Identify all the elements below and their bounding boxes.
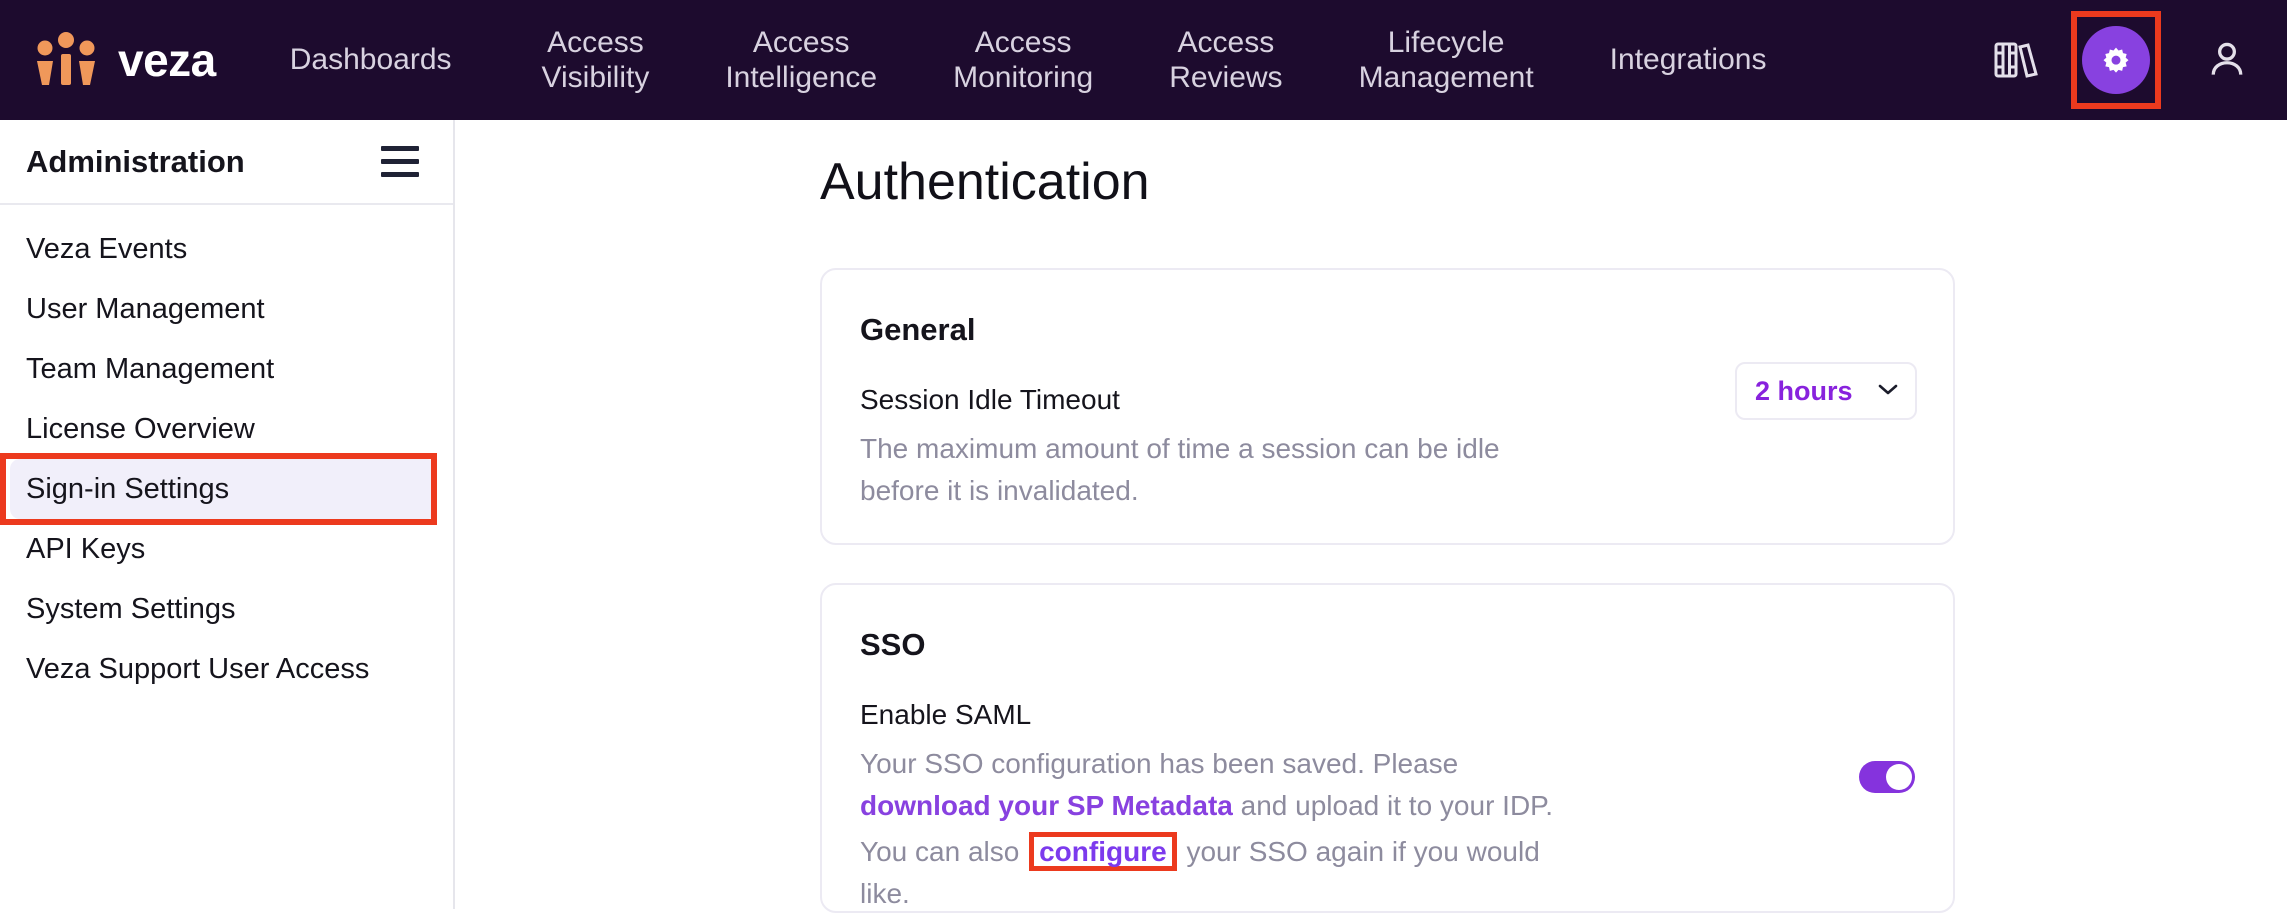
person-icon[interactable] bbox=[2205, 38, 2249, 82]
session-idle-timeout-value: 2 hours bbox=[1755, 375, 1853, 406]
primary-nav: Dashboards Access Visibility Access Inte… bbox=[280, 0, 1777, 120]
sso-desc-part1: Your SSO configuration has been saved. P… bbox=[860, 748, 1459, 779]
sidebar-item-sign-in-settings[interactable]: Sign-in Settings bbox=[10, 459, 437, 519]
sidebar-title: Administration bbox=[26, 143, 245, 179]
sso-card-heading: SSO bbox=[860, 627, 926, 662]
nav-item-access-intelligence[interactable]: Access Intelligence bbox=[715, 25, 887, 96]
settings-button-wrapper[interactable] bbox=[2071, 11, 2161, 109]
nav-item-access-monitoring[interactable]: Access Monitoring bbox=[943, 25, 1103, 96]
sidebar-item-user-management[interactable]: User Management bbox=[0, 279, 453, 339]
sidebar-item-team-management[interactable]: Team Management bbox=[0, 339, 453, 399]
session-idle-timeout-description: The maximum amount of time a session can… bbox=[860, 433, 1500, 506]
brand-logo[interactable]: veza bbox=[34, 0, 216, 120]
sidebar: Administration Veza Events User Manageme… bbox=[0, 120, 455, 909]
sidebar-item-veza-support-user-access[interactable]: Veza Support User Access bbox=[0, 639, 453, 699]
nav-item-integrations[interactable]: Integrations bbox=[1600, 42, 1777, 77]
page-title: Authentication bbox=[820, 153, 1150, 211]
hamburger-menu-icon[interactable] bbox=[375, 140, 425, 183]
sso-desc-part2: and upload it to your IDP. bbox=[1232, 790, 1554, 821]
sidebar-header: Administration bbox=[0, 120, 453, 205]
general-card-heading: General bbox=[860, 312, 976, 347]
sso-settings-card: SSO Enable SAML Your SSO configuration h… bbox=[820, 583, 1955, 913]
veza-logo-icon bbox=[34, 31, 98, 89]
sidebar-item-veza-events[interactable]: Veza Events bbox=[0, 219, 453, 279]
nav-item-dashboards[interactable]: Dashboards bbox=[280, 42, 462, 77]
general-settings-card: General Session Idle Timeout The maximum… bbox=[820, 268, 1955, 545]
gear-icon bbox=[2103, 47, 2129, 73]
brand-name: veza bbox=[118, 34, 216, 86]
configure-link-highlight-box: configure bbox=[1029, 832, 1177, 872]
sidebar-item-api-keys[interactable]: API Keys bbox=[0, 519, 453, 579]
sidebar-item-license-overview[interactable]: License Overview bbox=[0, 399, 453, 459]
settings-button[interactable] bbox=[2082, 26, 2150, 94]
download-sp-metadata-link[interactable]: download your SP Metadata bbox=[860, 790, 1233, 821]
session-idle-timeout-select[interactable]: 2 hours bbox=[1735, 362, 1917, 420]
sso-configure-line: You can also configure your SSO again if… bbox=[860, 831, 1580, 915]
enable-saml-toggle[interactable] bbox=[1859, 761, 1915, 793]
sso-description: Your SSO configuration has been saved. P… bbox=[860, 743, 1580, 827]
nav-item-access-reviews[interactable]: Access Reviews bbox=[1159, 25, 1292, 96]
nav-actions bbox=[1963, 0, 2287, 120]
nav-item-access-visibility[interactable]: Access Visibility bbox=[532, 25, 660, 96]
enable-saml-label: Enable SAML bbox=[860, 699, 1032, 730]
nav-item-lifecycle-management[interactable]: Lifecycle Management bbox=[1349, 25, 1544, 96]
main-content: Authentication General Session Idle Time… bbox=[457, 120, 2287, 913]
chevron-down-icon bbox=[1877, 382, 1899, 401]
books-icon[interactable] bbox=[1993, 38, 2039, 82]
sso-configure-part1: You can also bbox=[860, 836, 1028, 867]
sidebar-item-system-settings[interactable]: System Settings bbox=[0, 579, 453, 639]
sidebar-menu: Veza Events User Management Team Managem… bbox=[0, 205, 453, 699]
configure-sso-link[interactable]: configure bbox=[1039, 836, 1167, 867]
top-navigation-bar: veza Dashboards Access Visibility Access… bbox=[0, 0, 2287, 120]
